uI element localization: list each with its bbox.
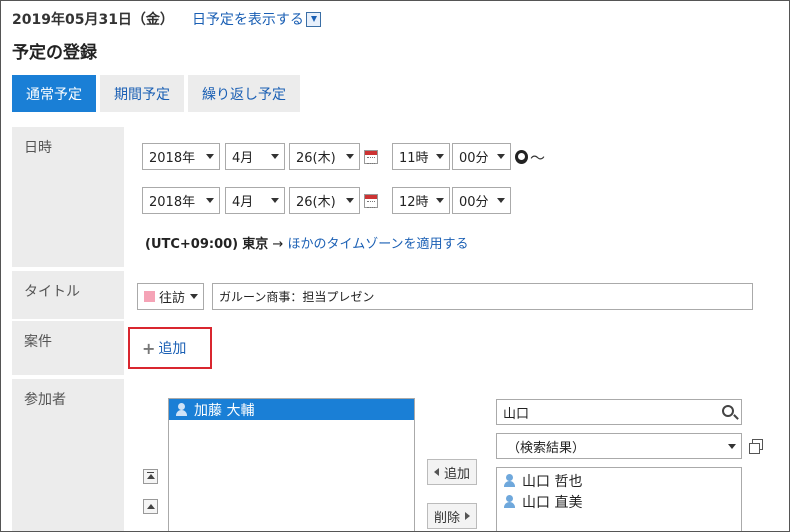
- user-search-value: 山口: [503, 406, 530, 422]
- start-year-value: 2018年: [149, 151, 196, 166]
- start-day-select[interactable]: 26(木): [289, 143, 360, 170]
- end-year-value: 2018年: [149, 195, 196, 210]
- current-date: 2019年05月31日（金）: [12, 12, 174, 28]
- list-item[interactable]: 加藤 大輔: [169, 399, 414, 420]
- add-case-button[interactable]: + 追加: [128, 327, 212, 369]
- tab-period[interactable]: 期間予定: [100, 75, 184, 112]
- chevron-down-icon: [497, 198, 505, 203]
- end-hour-select[interactable]: 12時: [392, 187, 450, 214]
- user-icon: [175, 403, 188, 416]
- candidate-name: 山口 哲也: [522, 473, 583, 490]
- calendar-icon[interactable]: [364, 150, 378, 164]
- chevron-down-icon: [436, 198, 444, 203]
- chevron-down-icon: [728, 444, 736, 449]
- calendar-icon[interactable]: [364, 194, 378, 208]
- chevron-down-icon: [271, 154, 279, 159]
- move-to-top-icon[interactable]: [143, 469, 158, 484]
- arrow-left-icon: [434, 468, 439, 476]
- start-hour-select[interactable]: 11時: [392, 143, 450, 170]
- title-input-value: ガルーン商事：担当プレゼン: [219, 290, 375, 304]
- show-day-schedule-label: 日予定を表示する: [191, 12, 304, 28]
- end-day-value: 26(木): [296, 195, 336, 210]
- end-year-select[interactable]: 2018年: [142, 187, 220, 214]
- datetime-row: 日時 2018年 4月 26(木) 11時 00分 ～ 2018年 4月 26(…: [12, 127, 779, 267]
- start-day-value: 26(木): [296, 151, 336, 166]
- start-minute-select[interactable]: 00分: [452, 143, 511, 170]
- start-year-select[interactable]: 2018年: [142, 143, 220, 170]
- group-filter-select[interactable]: （検索結果）: [496, 433, 742, 459]
- arrow-right-icon: [465, 512, 471, 520]
- chevron-down-icon: [190, 294, 198, 299]
- remove-participant-label: 削除: [434, 510, 461, 526]
- title-input[interactable]: ガルーン商事：担当プレゼン: [212, 283, 753, 310]
- case-label: 案件: [12, 321, 124, 375]
- schedule-form-window: 2019年05月31日（金） 日予定を表示する 予定の登録 通常予定 期間予定 …: [0, 0, 790, 532]
- end-hour-value: 12時: [399, 195, 429, 210]
- chevron-down-icon: [346, 154, 354, 159]
- end-month-value: 4月: [232, 195, 254, 210]
- download-arrow-icon: [305, 11, 321, 27]
- timezone-arrow: →: [272, 237, 284, 252]
- list-item[interactable]: 山口 哲也: [497, 470, 741, 491]
- title-row: タイトル 往訪 ガルーン商事：担当プレゼン: [12, 271, 779, 319]
- chevron-down-icon: [206, 198, 214, 203]
- end-minute-value: 00分: [459, 195, 489, 210]
- start-month-select[interactable]: 4月: [225, 143, 285, 170]
- tab-regular[interactable]: 通常予定: [12, 75, 96, 112]
- timezone-line: (UTC+09:00) 東京 → ほかのタイムゾーンを適用する: [145, 233, 469, 252]
- tab-repeat[interactable]: 繰り返し予定: [188, 75, 300, 112]
- schedule-type-tabs: 通常予定 期間予定 繰り返し予定: [12, 75, 304, 112]
- date-header: 2019年05月31日（金） 日予定を表示する: [12, 9, 321, 29]
- chevron-down-icon: [497, 154, 505, 159]
- apply-other-timezone-link[interactable]: ほかのタイムゾーンを適用する: [287, 237, 468, 252]
- menu-color-swatch: [144, 291, 155, 302]
- move-up-icon[interactable]: [143, 499, 158, 514]
- show-day-schedule-link[interactable]: 日予定を表示する: [192, 9, 321, 29]
- title-menu-value: 往訪: [159, 291, 186, 306]
- timezone-offset: (UTC+09:00): [145, 237, 239, 252]
- end-minute-select[interactable]: 00分: [452, 187, 511, 214]
- start-month-value: 4月: [232, 151, 254, 166]
- chevron-down-icon: [346, 198, 354, 203]
- start-minute-value: 00分: [459, 151, 489, 166]
- chevron-down-icon: [206, 154, 214, 159]
- participants-label: 参加者: [12, 379, 124, 531]
- datetime-label: 日時: [12, 127, 124, 267]
- popup-window-icon[interactable]: [749, 439, 763, 454]
- end-month-select[interactable]: 4月: [225, 187, 285, 214]
- remove-participant-button[interactable]: 削除: [427, 503, 478, 529]
- title-menu-select[interactable]: 往訪: [137, 283, 204, 310]
- plus-icon: +: [142, 338, 156, 358]
- user-icon: [503, 495, 516, 508]
- range-tilde: ～: [530, 149, 546, 167]
- user-search-input[interactable]: 山口: [496, 399, 742, 425]
- candidate-name: 山口 直美: [522, 494, 583, 511]
- user-icon: [503, 474, 516, 487]
- group-filter-value: （検索結果）: [507, 440, 586, 456]
- chevron-down-icon: [436, 154, 444, 159]
- search-icon[interactable]: [722, 405, 734, 417]
- add-participant-label: 追加: [444, 466, 471, 482]
- case-row: 案件 + 追加: [12, 321, 779, 375]
- time-picker-icon[interactable]: [515, 150, 528, 164]
- chevron-down-icon: [271, 198, 279, 203]
- list-item[interactable]: 山口 直美: [497, 491, 741, 512]
- title-label: タイトル: [12, 271, 124, 319]
- add-case-label: 追加: [158, 341, 187, 357]
- participant-name: 加藤 大輔: [194, 402, 255, 419]
- start-hour-value: 11時: [399, 151, 429, 166]
- timezone-city: 東京: [242, 237, 269, 252]
- add-participant-button[interactable]: 追加: [427, 459, 478, 485]
- candidate-users-list[interactable]: 山口 哲也 山口 直美: [496, 467, 742, 531]
- end-day-select[interactable]: 26(木): [289, 187, 360, 214]
- participants-row: 参加者 加藤 大輔 山口 （検索結果） 追加 削除 山口 哲也 山口 直美: [12, 379, 779, 531]
- page-title: 予定の登録: [12, 43, 97, 63]
- selected-participants-list[interactable]: 加藤 大輔: [168, 398, 415, 531]
